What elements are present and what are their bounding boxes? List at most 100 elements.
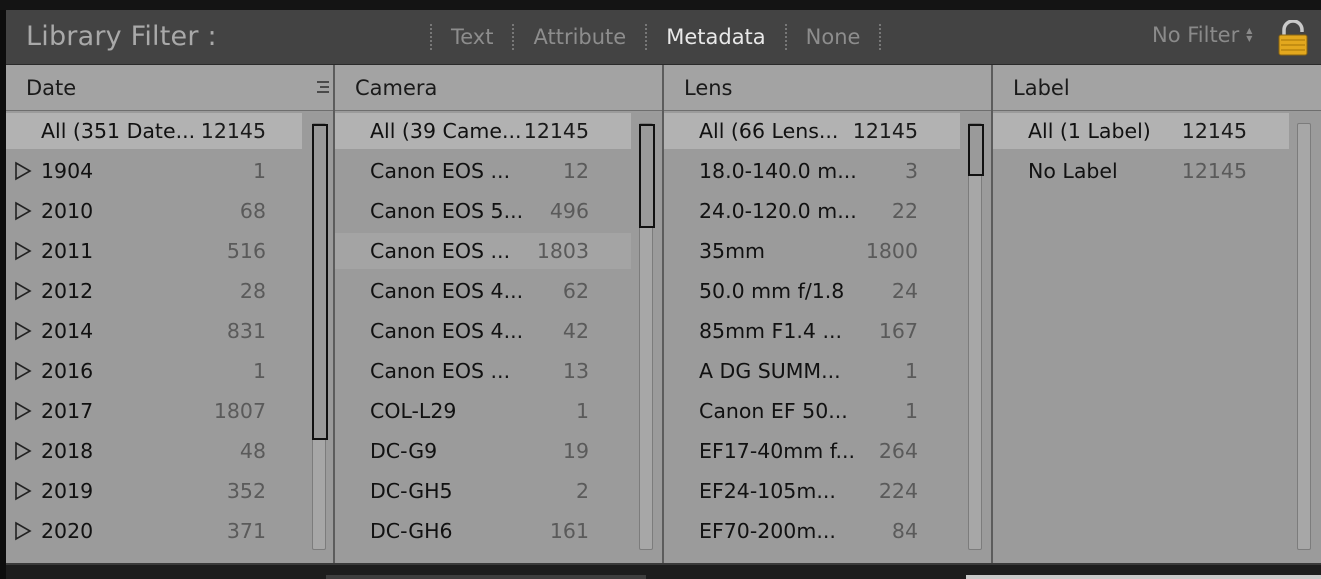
list-item[interactable]: Canon EOS ... 1803 xyxy=(335,233,631,269)
list-item[interactable]: DC-GH6 161 xyxy=(335,513,631,549)
scrollbar[interactable] xyxy=(639,123,655,550)
column-title: Label xyxy=(1013,76,1070,100)
list-item[interactable]: 2017 1807 xyxy=(6,393,302,429)
list-item[interactable]: 50.0 mm f/1.8 24 xyxy=(664,273,960,309)
list-item-label: Canon EF 50... xyxy=(699,399,848,423)
disclosure-triangle-icon[interactable] xyxy=(13,161,33,181)
scrollbar-thumb[interactable] xyxy=(639,124,655,228)
list-item-label: All (66 Lens... xyxy=(699,119,839,143)
list-item[interactable]: DC-G9 19 xyxy=(335,433,631,469)
list-item-count: 1 xyxy=(252,159,266,183)
disclosure-triangle-icon[interactable] xyxy=(13,281,33,301)
list-item[interactable]: All (1 Label) 12145 xyxy=(993,113,1289,149)
scrollbar[interactable] xyxy=(1297,123,1311,550)
disclosure-triangle-icon[interactable] xyxy=(13,441,33,461)
list-item-count: 24 xyxy=(891,279,918,303)
list-item-label: All (351 Date... xyxy=(41,119,196,143)
list-item[interactable]: No Label 12145 xyxy=(993,153,1289,189)
scrollbar[interactable] xyxy=(312,123,328,550)
column-header[interactable]: Lens xyxy=(664,65,991,111)
list-item[interactable]: 35mm 1800 xyxy=(664,233,960,269)
list-item-count: 68 xyxy=(239,199,266,223)
list-item[interactable]: 1904 1 xyxy=(6,153,302,189)
list-item-count: 1 xyxy=(904,399,918,423)
list-item[interactable]: Canon EOS 5... 496 xyxy=(335,193,631,229)
list-item[interactable]: EF70-200m... 84 xyxy=(664,513,960,549)
list-item-count: 62 xyxy=(562,279,589,303)
list-item[interactable]: 2019 352 xyxy=(6,473,302,509)
column-header[interactable]: Label xyxy=(993,65,1321,111)
lens-list: All (66 Lens... 12145 18.0-140.0 m... 3 24.0… xyxy=(664,113,991,563)
list-item-label: 2019 xyxy=(41,479,94,503)
footer-segment xyxy=(326,575,646,579)
scrollbar[interactable] xyxy=(968,123,984,550)
date-column: Date All (351 Date... 12145 1904 1 2010 68 201… xyxy=(6,65,335,563)
column-title: Date xyxy=(26,76,77,100)
list-item[interactable]: 2018 48 xyxy=(6,433,302,469)
list-item-label: DC-GH6 xyxy=(370,519,453,543)
list-item[interactable]: EF24-105m... 224 xyxy=(664,473,960,509)
list-item[interactable]: 2014 831 xyxy=(6,313,302,349)
library-filter-panel: Library Filter : Text Attribute Metadata… xyxy=(0,0,1321,579)
disclosure-triangle-icon[interactable] xyxy=(13,321,33,341)
disclosure-triangle-icon[interactable] xyxy=(13,201,33,221)
list-item[interactable]: COL-L29 1 xyxy=(335,393,631,429)
disclosure-triangle-icon[interactable] xyxy=(13,401,33,421)
camera-list: All (39 Came... 12145 Canon EOS ... 12 Canon… xyxy=(335,113,662,563)
list-item[interactable]: Canon EOS ... 13 xyxy=(335,353,631,389)
list-item-count: 2 xyxy=(575,479,589,503)
list-item[interactable]: All (39 Came... 12145 xyxy=(335,113,631,149)
scrollbar-thumb[interactable] xyxy=(968,124,984,176)
list-item[interactable]: All (351 Date... 12145 xyxy=(6,113,302,149)
list-item-label: COL-L29 xyxy=(370,399,457,423)
camera-column: Camera All (39 Came... 12145 Canon EOS ...… xyxy=(335,65,664,563)
list-item-count: 48 xyxy=(239,439,266,463)
list-item-count: 167 xyxy=(878,319,918,343)
list-item[interactable]: 2012 28 xyxy=(6,273,302,309)
list-item[interactable]: 2016 1 xyxy=(6,353,302,389)
list-item-count: 1800 xyxy=(865,239,918,263)
list-item-count: 42 xyxy=(562,319,589,343)
list-item[interactable]: 24.0-120.0 m... 22 xyxy=(664,193,960,229)
column-header[interactable]: Camera xyxy=(335,65,662,111)
column-menu-icon[interactable] xyxy=(317,79,329,95)
list-item-label: Canon EOS ... xyxy=(370,239,511,263)
bottom-strip xyxy=(6,563,1321,579)
tab-attribute[interactable]: Attribute xyxy=(524,25,635,49)
filter-preset-select[interactable]: No Filter ▲ ▼ xyxy=(1152,23,1252,47)
list-item[interactable]: Canon EOS ... 12 xyxy=(335,153,631,189)
list-item-count: 516 xyxy=(226,239,266,263)
disclosure-triangle-icon[interactable] xyxy=(13,481,33,501)
list-item-label: DC-G9 xyxy=(370,439,438,463)
tab-metadata[interactable]: Metadata xyxy=(657,25,774,49)
list-item[interactable]: 2011 516 xyxy=(6,233,302,269)
list-item-count: 264 xyxy=(878,439,918,463)
list-item-count: 3 xyxy=(904,159,918,183)
list-item[interactable]: DC-GH5 2 xyxy=(335,473,631,509)
disclosure-triangle-icon[interactable] xyxy=(13,241,33,261)
list-item-count: 12145 xyxy=(852,119,918,143)
list-item-count: 12145 xyxy=(1181,119,1247,143)
column-header[interactable]: Date xyxy=(6,65,333,111)
tab-separator xyxy=(879,24,882,50)
list-item[interactable]: 85mm F1.4 ... 167 xyxy=(664,313,960,349)
list-item[interactable]: Canon EOS 4... 62 xyxy=(335,273,631,309)
disclosure-triangle-icon[interactable] xyxy=(13,521,33,541)
tab-none[interactable]: None xyxy=(797,25,870,49)
scrollbar-thumb[interactable] xyxy=(312,124,328,440)
list-item[interactable]: 18.0-140.0 m... 3 xyxy=(664,153,960,189)
padlock-icon[interactable] xyxy=(1276,20,1310,56)
tab-text[interactable]: Text xyxy=(442,25,502,49)
list-item[interactable]: A DG SUMM... 1 xyxy=(664,353,960,389)
disclosure-triangle-icon[interactable] xyxy=(13,361,33,381)
list-item[interactable]: 2020 371 xyxy=(6,513,302,549)
list-item[interactable]: All (66 Lens... 12145 xyxy=(664,113,960,149)
list-item-count: 1 xyxy=(252,359,266,383)
list-item[interactable]: 2010 68 xyxy=(6,193,302,229)
list-item[interactable]: Canon EF 50... 1 xyxy=(664,393,960,429)
list-item[interactable]: Canon EOS 4... 42 xyxy=(335,313,631,349)
tab-separator xyxy=(645,24,648,50)
list-item-count: 12145 xyxy=(1181,159,1247,183)
list-item[interactable]: EF17-40mm f... 264 xyxy=(664,433,960,469)
list-item-label: All (39 Came... xyxy=(370,119,522,143)
